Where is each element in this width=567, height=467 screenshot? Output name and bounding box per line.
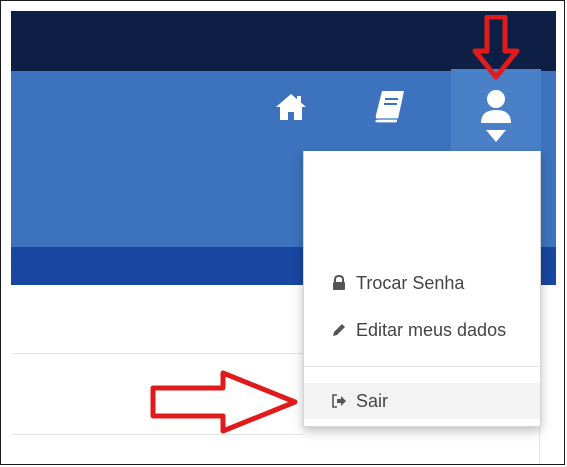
logout-label: Sair	[356, 390, 389, 411]
home-icon	[276, 94, 306, 120]
edit-profile-item[interactable]: Editar meus dados	[304, 312, 540, 348]
logout-item[interactable]: Sair	[304, 383, 540, 419]
pencil-icon	[330, 321, 348, 339]
menu-divider	[304, 366, 540, 367]
red-right-arrow	[150, 370, 298, 434]
user-icon	[481, 90, 511, 123]
red-down-arrow	[472, 15, 520, 80]
edit-profile-label: Editar meus dados	[356, 319, 507, 340]
change-password-item[interactable]: Trocar Senha	[304, 265, 540, 301]
book-button[interactable]	[371, 87, 411, 127]
caret-down-icon	[486, 130, 506, 142]
user-dropdown-menu: Trocar Senha Editar meus dados Sair	[303, 151, 541, 427]
user-menu-toggle[interactable]	[451, 69, 541, 151]
sign-out-icon	[330, 392, 348, 410]
book-icon	[374, 91, 404, 124]
change-password-label: Trocar Senha	[356, 272, 465, 293]
home-button[interactable]	[273, 89, 309, 125]
content-divider	[11, 353, 303, 354]
lock-icon	[330, 274, 348, 292]
screenshot-frame: Trocar Senha Editar meus dados Sair	[0, 0, 565, 465]
